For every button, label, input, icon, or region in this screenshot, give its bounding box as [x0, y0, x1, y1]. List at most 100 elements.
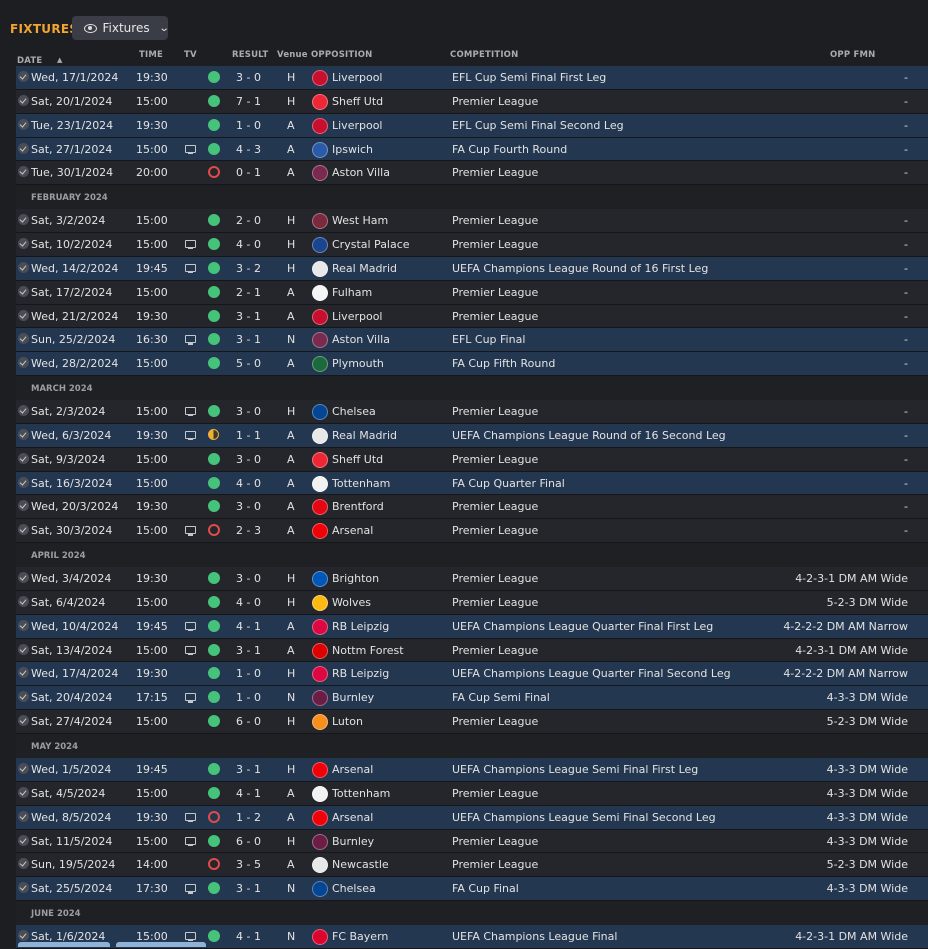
fixture-row[interactable]: Sat, 20/1/2024 15:00 7 - 1 H Sheff Utd Premie… — [16, 89, 928, 114]
view-dropdown-button[interactable]: Fixtures ⌄ — [72, 16, 169, 40]
fixture-opposition[interactable]: Fulham — [332, 286, 372, 299]
fixture-opposition[interactable]: Burnley — [332, 691, 374, 704]
fixture-competition[interactable]: UEFA Champions League Semi Final First L… — [452, 763, 698, 776]
fixture-competition[interactable]: Premier League — [452, 214, 538, 227]
fixture-row[interactable]: Sat, 27/1/2024 15:00 4 - 3 A Ipswich FA Cup F… — [16, 137, 928, 162]
fixture-opposition[interactable]: Burnley — [332, 835, 374, 848]
fixture-opposition[interactable]: Arsenal — [332, 524, 373, 537]
fixture-row[interactable]: Tue, 23/1/2024 19:30 1 - 0 A Liverpool EFL Cu… — [16, 113, 928, 138]
fixture-opposition[interactable]: RB Leipzig — [332, 667, 389, 680]
fixture-row[interactable]: Wed, 28/2/2024 15:00 5 - 0 A Plymouth FA Cup … — [16, 352, 928, 377]
fixture-row[interactable]: Sat, 30/3/2024 15:00 2 - 3 A Arsenal Premier … — [16, 519, 928, 544]
fixture-row[interactable]: Sat, 6/4/2024 15:00 4 - 0 H Wolves Premier Le… — [16, 590, 928, 615]
fixture-row[interactable]: Wed, 21/2/2024 19:30 3 - 1 A Liverpool Premie… — [16, 304, 928, 329]
fixture-opposition[interactable]: Nottm Forest — [332, 644, 404, 657]
fixture-row[interactable]: Sat, 11/5/2024 15:00 6 - 0 H Burnley Premier … — [16, 829, 928, 854]
fixture-competition[interactable]: Premier League — [452, 644, 538, 657]
fixture-opposition[interactable]: Plymouth — [332, 357, 384, 370]
fixture-row[interactable]: Sat, 25/5/2024 17:30 3 - 1 N Chelsea FA Cup F… — [16, 877, 928, 902]
fixture-competition[interactable]: UEFA Champions League Quarter Final Firs… — [452, 620, 713, 633]
fixture-opposition[interactable]: Aston Villa — [332, 166, 390, 179]
fixture-row[interactable]: Sat, 3/2/2024 15:00 2 - 0 H West Ham Premier … — [16, 209, 928, 234]
fixture-competition[interactable]: Premier League — [452, 166, 538, 179]
fixture-competition[interactable]: Premier League — [452, 238, 538, 251]
fixture-competition[interactable]: UEFA Champions League Round of 16 First … — [452, 262, 708, 275]
fixture-competition[interactable]: FA Cup Quarter Final — [452, 477, 565, 490]
fixture-competition[interactable]: UEFA Champions League Quarter Final Seco… — [452, 667, 731, 680]
fixture-row[interactable]: Sat, 2/3/2024 15:00 3 - 0 H Chelsea Premier L… — [16, 400, 928, 424]
fixture-competition[interactable]: UEFA Champions League Round of 16 Second… — [452, 429, 726, 442]
fixture-competition[interactable]: Premier League — [452, 500, 538, 513]
fixture-competition[interactable]: FA Cup Final — [452, 882, 519, 895]
bottom-button[interactable] — [116, 942, 206, 947]
fixture-competition[interactable]: UEFA Champions League Final — [452, 930, 617, 943]
fixture-opposition[interactable]: West Ham — [332, 214, 388, 227]
fixture-competition[interactable]: EFL Cup Semi Final First Leg — [452, 71, 606, 84]
fixture-competition[interactable]: FA Cup Fourth Round — [452, 143, 567, 156]
fixture-competition[interactable]: Premier League — [452, 310, 538, 323]
fixture-row[interactable]: Sat, 20/4/2024 17:15 1 - 0 N Burnley FA Cup S… — [16, 686, 928, 711]
fixture-row[interactable]: Sat, 9/3/2024 15:00 3 - 0 A Sheff Utd Premier… — [16, 447, 928, 472]
fixture-opposition[interactable]: Sheff Utd — [332, 95, 383, 108]
fixture-row[interactable]: Wed, 14/2/2024 19:45 3 - 2 H Real Madrid UEFA… — [16, 256, 928, 281]
fixture-opposition[interactable]: Luton — [332, 715, 363, 728]
fixture-competition[interactable]: Premier League — [452, 858, 538, 871]
fixture-opposition[interactable]: Liverpool — [332, 119, 382, 132]
header-competition[interactable]: COMPETITION — [450, 50, 518, 60]
fixture-opposition[interactable]: FC Bayern — [332, 930, 388, 943]
fixture-opposition[interactable]: Tottenham — [332, 787, 390, 800]
fixture-row[interactable]: Sat, 16/3/2024 15:00 4 - 0 A Tottenham FA Cup… — [16, 471, 928, 496]
fixture-competition[interactable]: Premier League — [452, 405, 538, 418]
fixture-row[interactable]: Sat, 27/4/2024 15:00 6 - 0 H Luton Premier Le… — [16, 710, 928, 735]
fixture-opposition[interactable]: Brighton — [332, 572, 379, 585]
fixture-row[interactable]: Wed, 20/3/2024 19:30 3 - 0 A Brentford Premie… — [16, 495, 928, 520]
header-venue[interactable]: Venue — [277, 50, 308, 60]
fixture-opposition[interactable]: RB Leipzig — [332, 620, 389, 633]
fixture-row[interactable]: Wed, 17/4/2024 19:30 1 - 0 H RB Leipzig UEFA … — [16, 662, 928, 687]
fixture-competition[interactable]: FA Cup Semi Final — [452, 691, 550, 704]
header-opp-fmn[interactable]: OPP FMN — [830, 50, 875, 60]
fixture-competition[interactable]: FA Cup Fifth Round — [452, 357, 555, 370]
fixture-opposition[interactable]: Brentford — [332, 500, 384, 513]
fixture-opposition[interactable]: Chelsea — [332, 882, 376, 895]
fixture-opposition[interactable]: Wolves — [332, 596, 371, 609]
fixture-row[interactable]: Wed, 8/5/2024 19:30 1 - 2 A Arsenal UEFA Cham… — [16, 805, 928, 830]
fixture-row[interactable]: Wed, 17/1/2024 19:30 3 - 0 H Liverpool EFL Cu… — [16, 66, 928, 90]
fixture-competition[interactable]: Premier League — [452, 453, 538, 466]
fixture-opposition[interactable]: Aston Villa — [332, 333, 390, 346]
fixture-row[interactable]: Sat, 17/2/2024 15:00 2 - 1 A Fulham Premier L… — [16, 280, 928, 305]
header-tv[interactable]: TV — [184, 50, 197, 60]
fixture-opposition[interactable]: Arsenal — [332, 811, 373, 824]
fixture-row[interactable]: Wed, 6/3/2024 19:30 1 - 1 A Real Madrid UEFA … — [16, 423, 928, 448]
fixture-competition[interactable]: EFL Cup Semi Final Second Leg — [452, 119, 624, 132]
fixture-competition[interactable]: EFL Cup Final — [452, 333, 525, 346]
fixture-row[interactable]: Tue, 30/1/2024 20:00 0 - 1 A Aston Villa Prem… — [16, 161, 928, 186]
fixture-competition[interactable]: Premier League — [452, 596, 538, 609]
fixture-competition[interactable]: Premier League — [452, 286, 538, 299]
fixture-row[interactable]: Sat, 10/2/2024 15:00 4 - 0 H Crystal Palace P… — [16, 233, 928, 257]
fixture-competition[interactable]: Premier League — [452, 95, 538, 108]
fixture-opposition[interactable]: Newcastle — [332, 858, 389, 871]
fixture-opposition[interactable]: Liverpool — [332, 310, 382, 323]
fixture-opposition[interactable]: Ipswich — [332, 143, 373, 156]
bottom-button[interactable] — [18, 942, 110, 947]
fixture-opposition[interactable]: Real Madrid — [332, 429, 397, 442]
fixture-competition[interactable]: Premier League — [452, 572, 538, 585]
fixture-opposition[interactable]: Arsenal — [332, 763, 373, 776]
fixture-row[interactable]: Sun, 19/5/2024 14:00 3 - 5 A Newcastle Premie… — [16, 853, 928, 878]
fixture-row[interactable]: Wed, 10/4/2024 19:45 4 - 1 A RB Leipzig UEFA … — [16, 614, 928, 639]
fixture-opposition[interactable]: Real Madrid — [332, 262, 397, 275]
fixture-competition[interactable]: Premier League — [452, 524, 538, 537]
header-time[interactable]: TIME — [139, 50, 163, 60]
fixture-opposition[interactable]: Crystal Palace — [332, 238, 410, 251]
fixture-row[interactable]: Sun, 25/2/2024 16:30 3 - 1 N Aston Villa EFL … — [16, 328, 928, 353]
fixture-opposition[interactable]: Liverpool — [332, 71, 382, 84]
header-result[interactable]: RESULT — [232, 50, 268, 60]
fixture-opposition[interactable]: Sheff Utd — [332, 453, 383, 466]
header-opposition[interactable]: OPPOSITION — [311, 50, 373, 60]
fixture-row[interactable]: Wed, 3/4/2024 19:30 3 - 0 H Brighton Premier … — [16, 567, 928, 591]
fixture-opposition[interactable]: Chelsea — [332, 405, 376, 418]
fixture-competition[interactable]: Premier League — [452, 787, 538, 800]
fixture-opposition[interactable]: Tottenham — [332, 477, 390, 490]
fixture-competition[interactable]: Premier League — [452, 715, 538, 728]
